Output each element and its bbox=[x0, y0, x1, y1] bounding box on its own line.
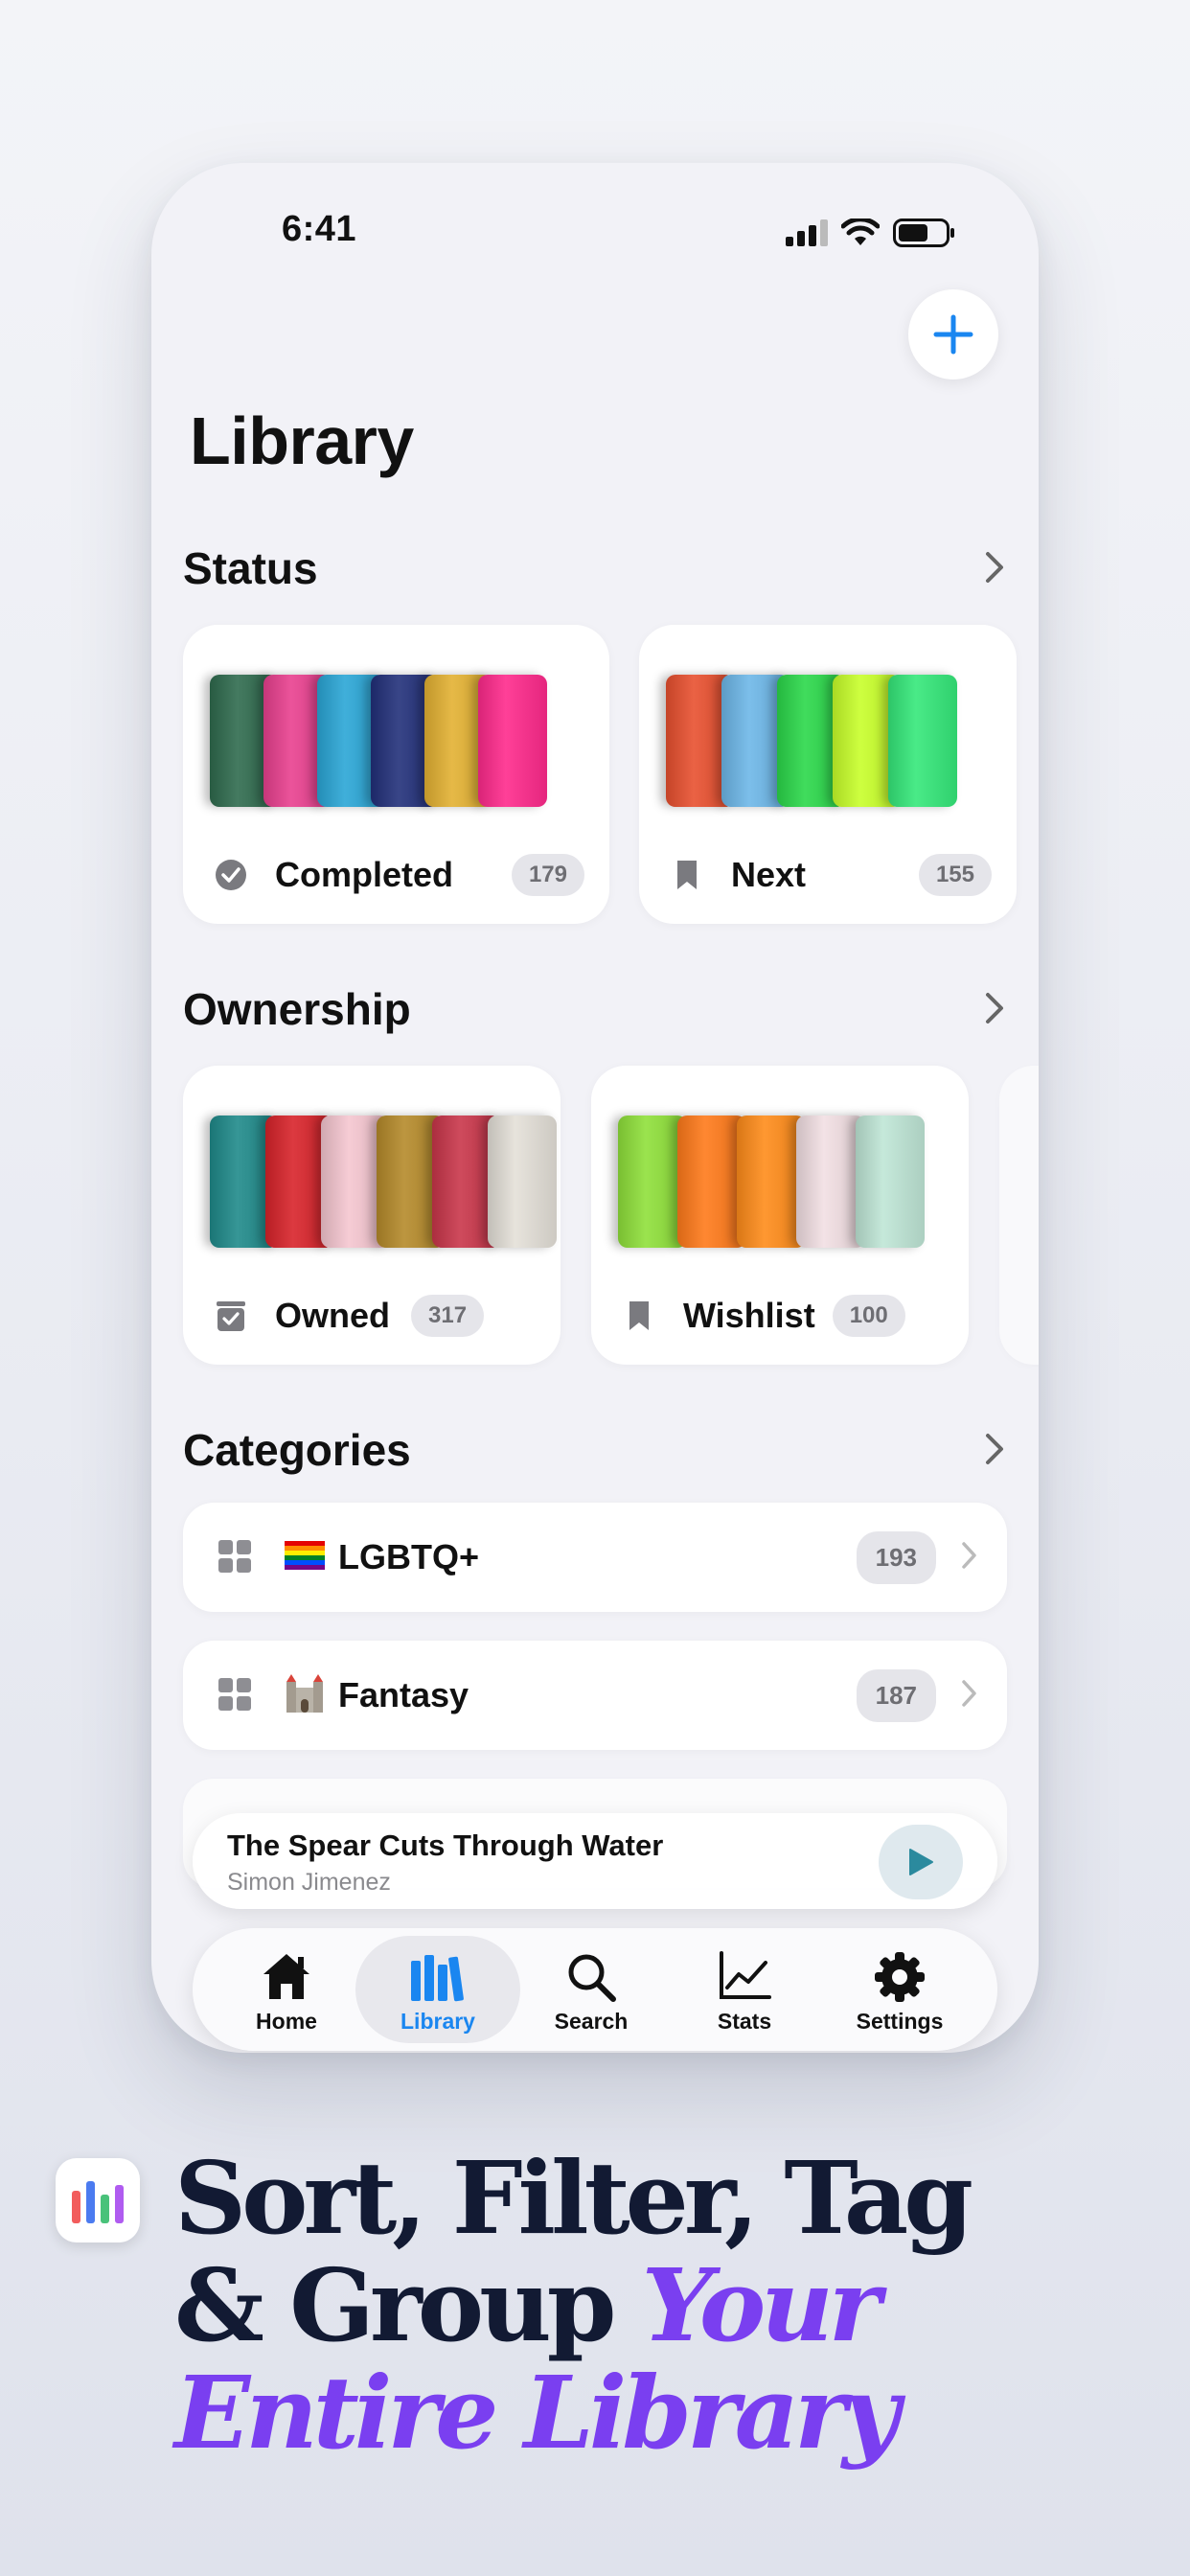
tab-bar: Home Library Search Stats Settings bbox=[193, 1928, 997, 2051]
card-name: Completed bbox=[275, 855, 454, 894]
now-playing-author: Simon Jimenez bbox=[227, 1869, 391, 1896]
card-name: Wishlist bbox=[683, 1296, 815, 1335]
category-name: Fantasy bbox=[338, 1675, 469, 1714]
tab-label: Search bbox=[554, 2009, 629, 2034]
add-book-button[interactable] bbox=[908, 289, 998, 380]
tab-label: Settings bbox=[856, 2009, 944, 2034]
status-card-next[interactable]: Next 155 bbox=[639, 625, 1017, 924]
chevron-right-icon bbox=[986, 552, 1003, 583]
count-badge: 179 bbox=[511, 854, 584, 896]
owned-box-icon bbox=[217, 1301, 245, 1331]
marketing-headline: Sort, Filter, Tag & Group Your Entire Li… bbox=[174, 2145, 1152, 2467]
card-name: Next bbox=[731, 855, 807, 894]
tab-library[interactable]: Library bbox=[355, 1936, 520, 2043]
page-title: Library bbox=[190, 403, 414, 478]
headline-line-1: Sort, Filter, Tag bbox=[174, 2139, 973, 2257]
count-badge: 187 bbox=[856, 1669, 936, 1722]
count-badge: 317 bbox=[411, 1295, 485, 1337]
chevron-right-icon bbox=[986, 1434, 1003, 1464]
play-icon bbox=[909, 1849, 933, 1875]
ownership-card-peek[interactable] bbox=[999, 1066, 1039, 1365]
headline-accent: Your bbox=[641, 2246, 881, 2364]
count-badge: 100 bbox=[832, 1295, 905, 1337]
status-bar: 6:41 bbox=[151, 209, 1039, 266]
tab-label: Stats bbox=[717, 2009, 772, 2034]
phone-frame: 6:41 Library Status Completed 179 Next 1… bbox=[151, 163, 1039, 2053]
category-row-fantasy[interactable]: Fantasy 187 bbox=[183, 1641, 1007, 1750]
categories-section-header[interactable]: Categories bbox=[183, 1424, 1007, 1482]
tab-label: Home bbox=[256, 2009, 317, 2034]
plus-icon bbox=[933, 314, 973, 355]
tab-label: Library bbox=[400, 2009, 475, 2034]
card-name: Owned bbox=[275, 1296, 391, 1335]
headline-plain: & Group bbox=[174, 2246, 642, 2364]
bookmark-icon bbox=[677, 861, 697, 889]
section-title-categories: Categories bbox=[183, 1425, 411, 1475]
section-title-ownership: Ownership bbox=[183, 984, 411, 1034]
status-card-completed[interactable]: Completed 179 bbox=[183, 625, 609, 924]
headline-line-2: & Group Your bbox=[174, 2252, 1152, 2359]
now-playing-bar[interactable]: The Spear Cuts Through Water Simon Jimen… bbox=[193, 1813, 997, 1909]
chevron-right-icon bbox=[962, 1680, 976, 1707]
now-playing-title: The Spear Cuts Through Water bbox=[227, 1828, 664, 1862]
status-section-header[interactable]: Status bbox=[183, 542, 1007, 600]
section-title-status: Status bbox=[183, 543, 318, 593]
ownership-card-wishlist[interactable]: Wishlist 100 bbox=[591, 1066, 969, 1365]
headline-line-3: Entire Library bbox=[174, 2354, 900, 2472]
status-time: 6:41 bbox=[282, 209, 357, 249]
app-logo-icon bbox=[56, 2158, 140, 2242]
rainbow-flag-icon bbox=[285, 1536, 325, 1579]
tab-home[interactable]: Home bbox=[204, 1936, 369, 2043]
checkmark-circle-icon bbox=[216, 860, 246, 890]
count-badge: 193 bbox=[856, 1531, 936, 1584]
home-icon bbox=[263, 1954, 309, 1999]
book-cover bbox=[856, 1116, 925, 1248]
battery-icon bbox=[893, 218, 954, 247]
castle-icon bbox=[285, 1674, 325, 1724]
chevron-right-icon bbox=[962, 1542, 976, 1569]
wifi-icon bbox=[841, 218, 880, 245]
tab-stats[interactable]: Stats bbox=[662, 1936, 827, 2043]
category-name: LGBTQ+ bbox=[338, 1537, 480, 1576]
bookmark-icon bbox=[629, 1301, 649, 1330]
search-icon bbox=[568, 1954, 616, 2002]
ownership-card-owned[interactable]: Owned 317 bbox=[183, 1066, 561, 1365]
ownership-section-header[interactable]: Ownership bbox=[183, 983, 1007, 1041]
gear-icon bbox=[875, 1952, 925, 2002]
tab-settings[interactable]: Settings bbox=[817, 1936, 982, 2043]
book-cover bbox=[888, 675, 957, 807]
book-cover bbox=[478, 675, 547, 807]
stats-chart-icon bbox=[720, 1951, 771, 1999]
count-badge: 155 bbox=[918, 854, 992, 896]
grid-icon bbox=[218, 1678, 251, 1711]
book-cover bbox=[488, 1116, 557, 1248]
chevron-right-icon bbox=[986, 993, 1003, 1024]
grid-icon bbox=[218, 1540, 251, 1573]
category-row-lgbtq[interactable]: LGBTQ+ 193 bbox=[183, 1503, 1007, 1612]
library-books-icon bbox=[411, 1955, 464, 2002]
tab-search[interactable]: Search bbox=[509, 1936, 674, 2043]
cellular-signal-icon bbox=[786, 219, 828, 246]
play-button[interactable] bbox=[879, 1825, 963, 1899]
